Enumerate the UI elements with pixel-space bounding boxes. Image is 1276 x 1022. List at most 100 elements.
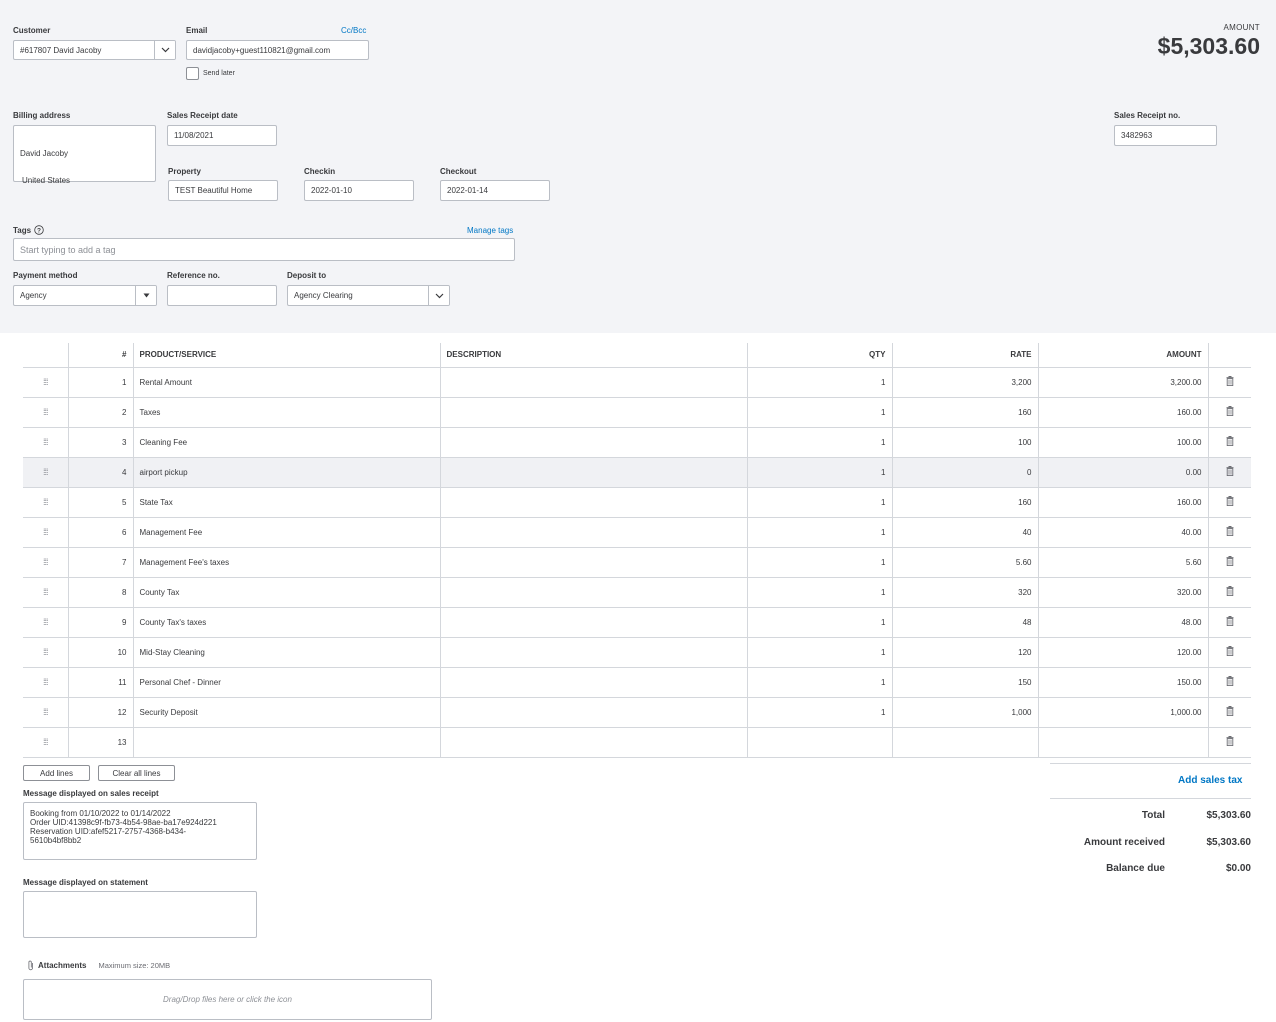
- drag-handle-icon[interactable]: ⁞⁞⁞: [23, 607, 68, 638]
- line-qty[interactable]: 1: [746, 457, 892, 488]
- drag-handle-icon[interactable]: ⁞⁞⁞: [23, 637, 68, 668]
- line-product[interactable]: Personal Chef - Dinner: [132, 667, 440, 698]
- line-qty[interactable]: 1: [746, 577, 892, 608]
- line-qty[interactable]: 1: [746, 697, 892, 728]
- chevron-down-icon[interactable]: [428, 286, 449, 305]
- drag-handle-icon[interactable]: ⁞⁞⁞: [23, 367, 68, 398]
- trash-icon[interactable]: [1207, 487, 1251, 518]
- receipt-message-field[interactable]: Booking from 01/10/2022 to 01/14/2022 Or…: [23, 802, 257, 860]
- line-description[interactable]: [439, 367, 747, 398]
- clear-all-lines-button[interactable]: Clear all lines: [98, 765, 175, 781]
- email-field[interactable]: davidjacoby+guest110821@gmail.com: [186, 40, 369, 60]
- table-row[interactable]: ⁞⁞⁞ 4 airport pickup 1 0 0.00: [23, 457, 1251, 488]
- trash-icon[interactable]: [1207, 727, 1251, 758]
- chevron-down-icon[interactable]: [154, 41, 175, 59]
- checkout-field[interactable]: 2022-01-14: [440, 180, 550, 201]
- line-description[interactable]: [439, 637, 747, 668]
- line-rate[interactable]: 120: [891, 637, 1038, 668]
- line-product[interactable]: [132, 727, 440, 758]
- line-qty[interactable]: 1: [746, 667, 892, 698]
- line-amount[interactable]: 3,200.00: [1037, 367, 1208, 398]
- drag-handle-icon[interactable]: ⁞⁞⁞: [23, 487, 68, 518]
- table-row[interactable]: ⁞⁞⁞ 12 Security Deposit 1 1,000 1,000.00: [23, 697, 1251, 728]
- line-qty[interactable]: 1: [746, 367, 892, 398]
- line-description[interactable]: [439, 727, 747, 758]
- line-rate[interactable]: 1,000: [891, 697, 1038, 728]
- line-amount[interactable]: [1037, 727, 1208, 758]
- line-product[interactable]: County Tax: [132, 577, 440, 608]
- drag-handle-icon[interactable]: ⁞⁞⁞: [23, 547, 68, 578]
- tags-input[interactable]: Start typing to add a tag: [13, 238, 515, 261]
- drag-handle-icon[interactable]: ⁞⁞⁞: [23, 727, 68, 758]
- trash-icon[interactable]: [1207, 697, 1251, 728]
- cc-bcc-link[interactable]: Cc/Bcc: [341, 26, 366, 35]
- manage-tags-link[interactable]: Manage tags: [467, 226, 513, 235]
- table-row[interactable]: ⁞⁞⁞ 9 County Tax's taxes 1 48 48.00: [23, 607, 1251, 638]
- statement-message-field[interactable]: [23, 891, 257, 938]
- line-description[interactable]: [439, 427, 747, 458]
- line-description[interactable]: [439, 457, 747, 488]
- line-description[interactable]: [439, 487, 747, 518]
- drag-handle-icon[interactable]: ⁞⁞⁞: [23, 697, 68, 728]
- payment-method-select[interactable]: Agency: [13, 285, 157, 306]
- table-row[interactable]: ⁞⁞⁞ 10 Mid-Stay Cleaning 1 120 120.00: [23, 637, 1251, 668]
- line-rate[interactable]: 5.60: [891, 547, 1038, 578]
- line-product[interactable]: Cleaning Fee: [132, 427, 440, 458]
- line-qty[interactable]: 1: [746, 607, 892, 638]
- line-product[interactable]: State Tax: [132, 487, 440, 518]
- trash-icon[interactable]: [1207, 607, 1251, 638]
- table-row[interactable]: ⁞⁞⁞ 6 Management Fee 1 40 40.00: [23, 517, 1251, 548]
- line-description[interactable]: [439, 577, 747, 608]
- line-description[interactable]: [439, 397, 747, 428]
- line-rate[interactable]: 160: [891, 487, 1038, 518]
- table-row[interactable]: ⁞⁞⁞ 11 Personal Chef - Dinner 1 150 150.…: [23, 667, 1251, 698]
- deposit-to-select[interactable]: Agency Clearing: [287, 285, 450, 306]
- line-rate[interactable]: 48: [891, 607, 1038, 638]
- add-sales-tax-link[interactable]: Add sales tax: [1178, 775, 1242, 786]
- billing-address-field[interactable]: David Jacoby United States: [13, 125, 156, 185]
- table-row[interactable]: ⁞⁞⁞ 13: [23, 727, 1251, 758]
- table-row[interactable]: ⁞⁞⁞ 8 County Tax 1 320 320.00: [23, 577, 1251, 608]
- attachment-dropzone[interactable]: Drag/Drop files here or click the icon: [23, 979, 432, 1020]
- line-qty[interactable]: 1: [746, 397, 892, 428]
- line-rate[interactable]: 100: [891, 427, 1038, 458]
- table-row[interactable]: ⁞⁞⁞ 2 Taxes 1 160 160.00: [23, 397, 1251, 428]
- caret-down-icon[interactable]: [135, 286, 156, 305]
- line-amount[interactable]: 48.00: [1037, 607, 1208, 638]
- trash-icon[interactable]: [1207, 577, 1251, 608]
- line-rate[interactable]: [891, 727, 1038, 758]
- line-product[interactable]: airport pickup: [132, 457, 440, 488]
- line-description[interactable]: [439, 667, 747, 698]
- line-qty[interactable]: 1: [746, 427, 892, 458]
- table-row[interactable]: ⁞⁞⁞ 3 Cleaning Fee 1 100 100.00: [23, 427, 1251, 458]
- line-product[interactable]: Rental Amount: [132, 367, 440, 398]
- line-product[interactable]: Taxes: [132, 397, 440, 428]
- trash-icon[interactable]: [1207, 427, 1251, 458]
- line-description[interactable]: [439, 697, 747, 728]
- line-amount[interactable]: 1,000.00: [1037, 697, 1208, 728]
- line-qty[interactable]: [746, 727, 892, 758]
- drag-handle-icon[interactable]: ⁞⁞⁞: [23, 577, 68, 608]
- trash-icon[interactable]: [1207, 547, 1251, 578]
- trash-icon[interactable]: [1207, 517, 1251, 548]
- line-rate[interactable]: 150: [891, 667, 1038, 698]
- line-rate[interactable]: 40: [891, 517, 1038, 548]
- help-icon[interactable]: ?: [34, 225, 44, 235]
- paperclip-icon[interactable]: [27, 960, 35, 971]
- line-amount[interactable]: 0.00: [1037, 457, 1208, 488]
- line-amount[interactable]: 160.00: [1037, 487, 1208, 518]
- line-product[interactable]: Mid-Stay Cleaning: [132, 637, 440, 668]
- line-description[interactable]: [439, 547, 747, 578]
- reference-no-field[interactable]: [167, 285, 277, 306]
- send-later-checkbox[interactable]: [186, 67, 199, 80]
- drag-handle-icon[interactable]: ⁞⁞⁞: [23, 667, 68, 698]
- line-amount[interactable]: 5.60: [1037, 547, 1208, 578]
- line-amount[interactable]: 40.00: [1037, 517, 1208, 548]
- line-product[interactable]: Management Fee's taxes: [132, 547, 440, 578]
- drag-handle-icon[interactable]: ⁞⁞⁞: [23, 427, 68, 458]
- drag-handle-icon[interactable]: ⁞⁞⁞: [23, 397, 68, 428]
- line-rate[interactable]: 320: [891, 577, 1038, 608]
- table-row[interactable]: ⁞⁞⁞ 1 Rental Amount 1 3,200 3,200.00: [23, 367, 1251, 398]
- table-row[interactable]: ⁞⁞⁞ 5 State Tax 1 160 160.00: [23, 487, 1251, 518]
- line-rate[interactable]: 160: [891, 397, 1038, 428]
